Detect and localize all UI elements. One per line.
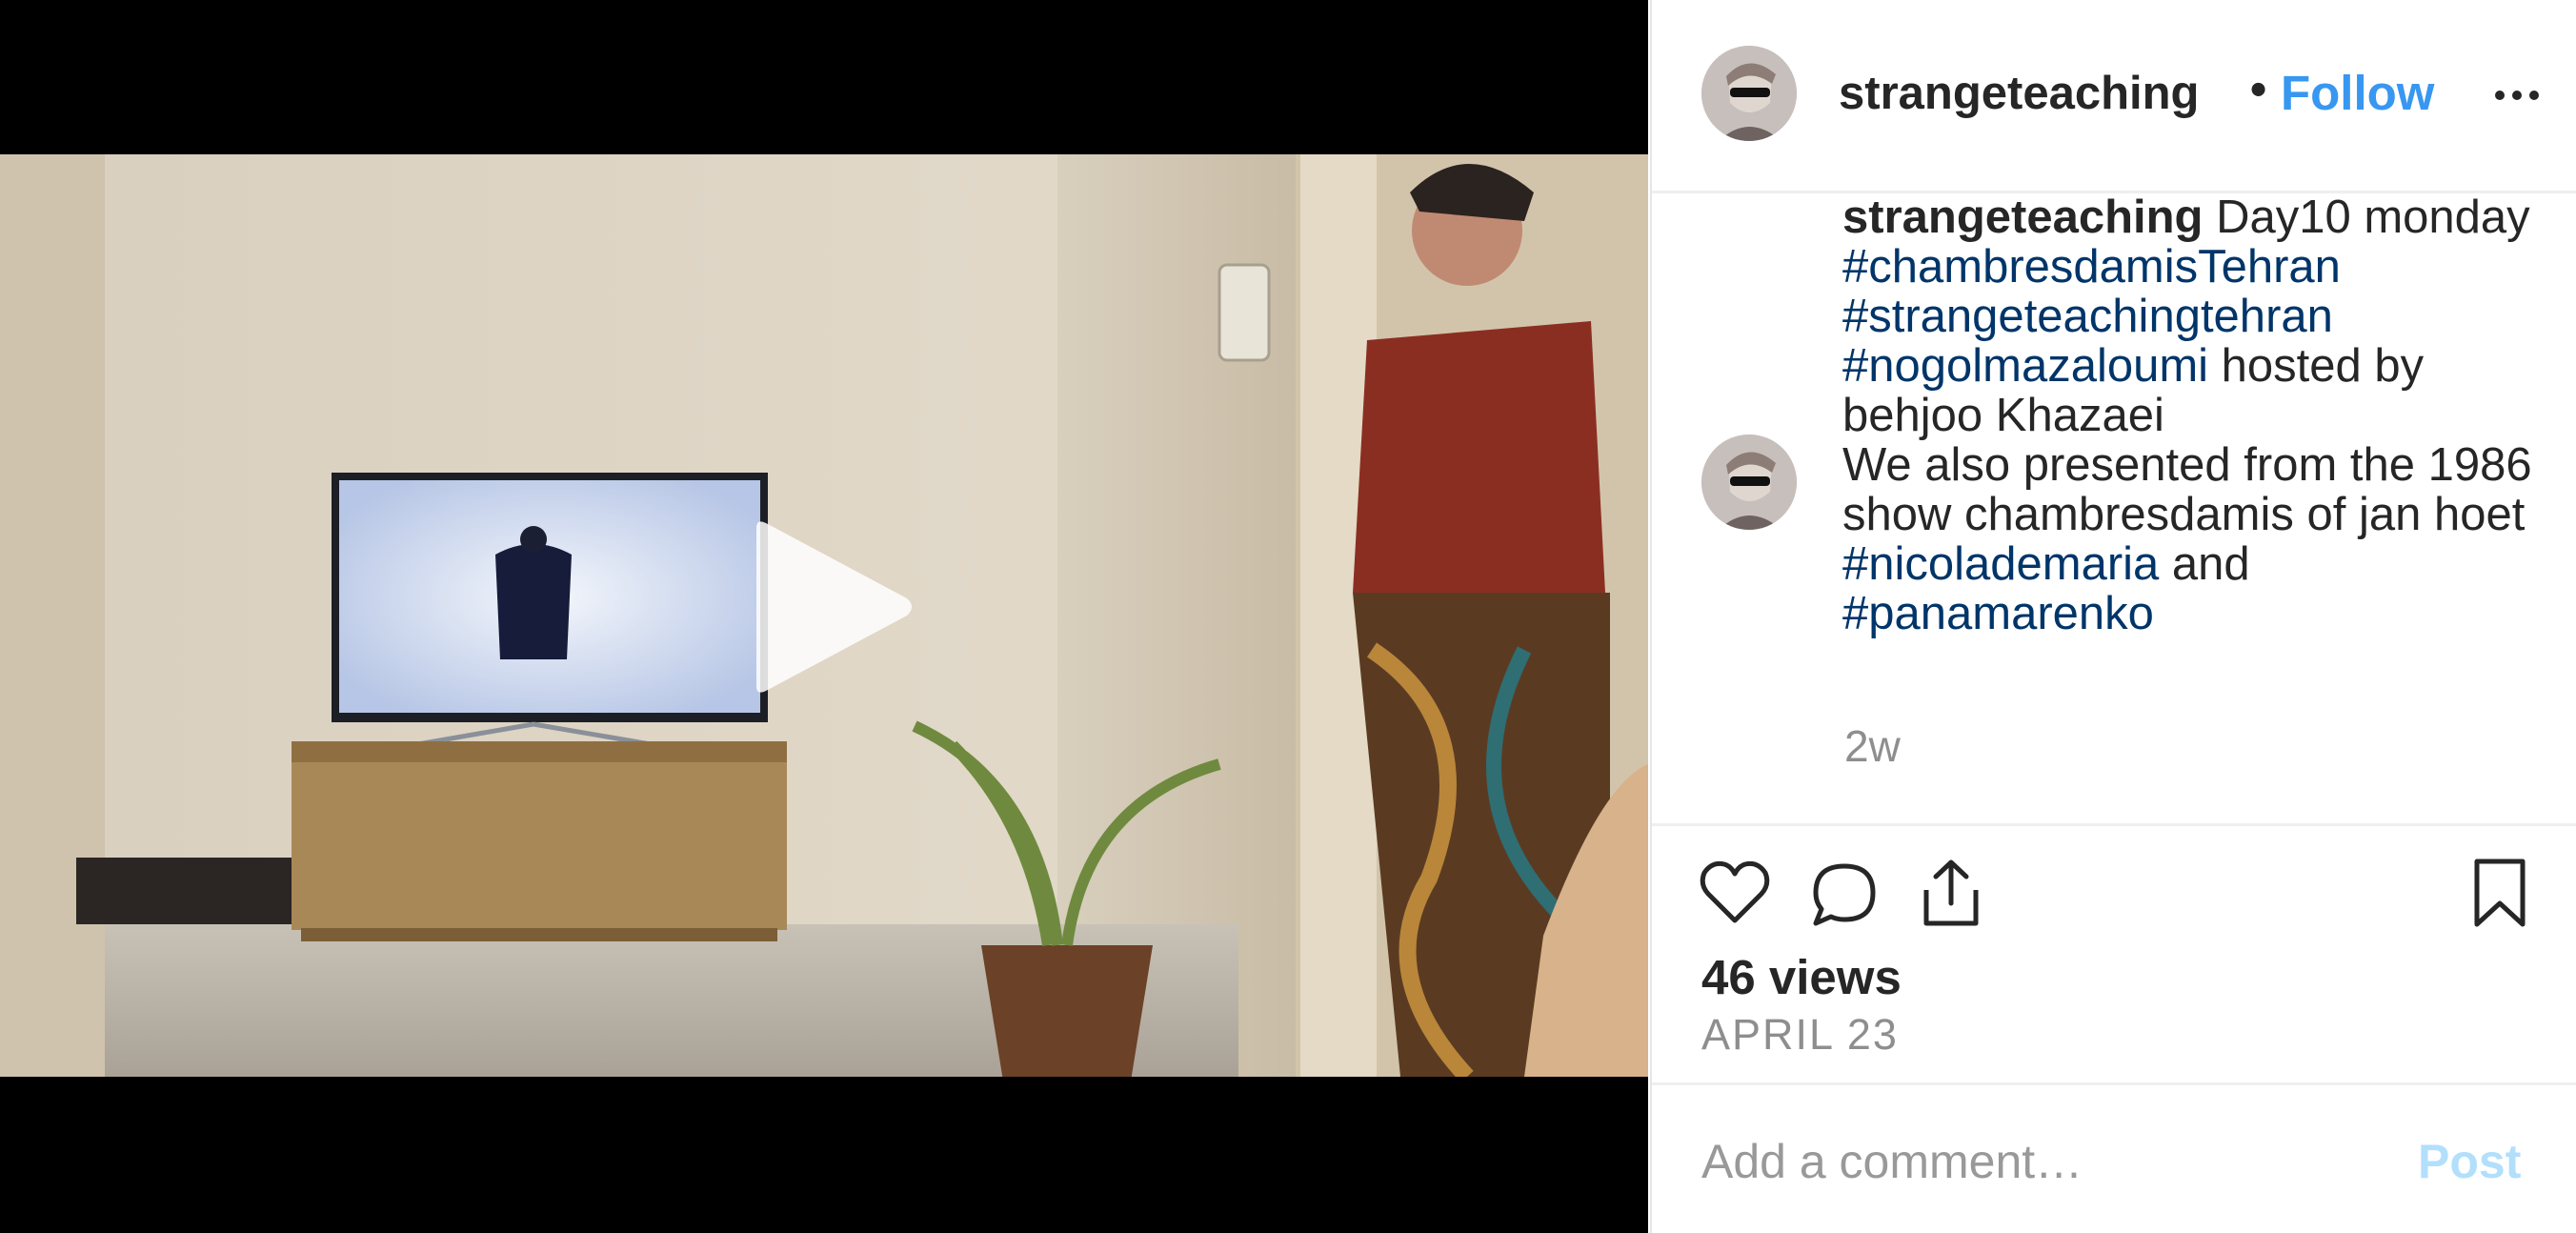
comment-icon[interactable]: [1810, 861, 1879, 928]
avatar[interactable]: [1701, 46, 1797, 141]
caption-avatar[interactable]: [1701, 435, 1797, 530]
caption: strangeteaching Day10 monday #chambresda…: [1842, 192, 2547, 638]
hashtag[interactable]: #nicolademaria: [1842, 538, 2159, 590]
view-count[interactable]: 46 views: [1701, 949, 1902, 1005]
play-icon[interactable]: [749, 516, 918, 697]
hashtag[interactable]: #nogolmazaloumi: [1842, 340, 2208, 392]
post-time[interactable]: 2w: [1844, 720, 1901, 772]
follow-button[interactable]: Follow: [2281, 65, 2434, 121]
divider: [1652, 823, 2576, 826]
avatar-image: [1701, 46, 1797, 141]
hashtag[interactable]: #chambresdamisTehran: [1842, 241, 2341, 293]
post-header: strangeteaching • Follow: [1652, 0, 2576, 193]
more-icon[interactable]: [2488, 67, 2546, 124]
video-player[interactable]: [0, 0, 1648, 1233]
heart-icon[interactable]: [1700, 859, 1770, 926]
comment-input[interactable]: [1701, 1134, 2368, 1189]
avatar-image: [1701, 435, 1797, 530]
post-panel: strangeteaching • Follow strangeteaching…: [1650, 0, 2576, 1233]
hashtag[interactable]: #strangeteachingtehran: [1842, 291, 2333, 342]
caption-text: Day10 monday: [2203, 192, 2530, 243]
caption-author[interactable]: strangeteaching: [1842, 192, 2203, 243]
separator-dot: •: [2250, 64, 2267, 115]
caption-text: We also presented from the 1986 show cha…: [1842, 439, 2532, 540]
hashtag[interactable]: #panamarenko: [1842, 588, 2154, 639]
divider: [1652, 1082, 2576, 1085]
share-icon[interactable]: [1921, 858, 1982, 928]
username[interactable]: strangeteaching: [1839, 67, 2239, 124]
post-comment-button[interactable]: Post: [2418, 1134, 2521, 1189]
caption-text: and: [2159, 538, 2250, 590]
post-date: APRIL 23: [1701, 1010, 1899, 1059]
bookmark-icon[interactable]: [2471, 858, 2528, 928]
